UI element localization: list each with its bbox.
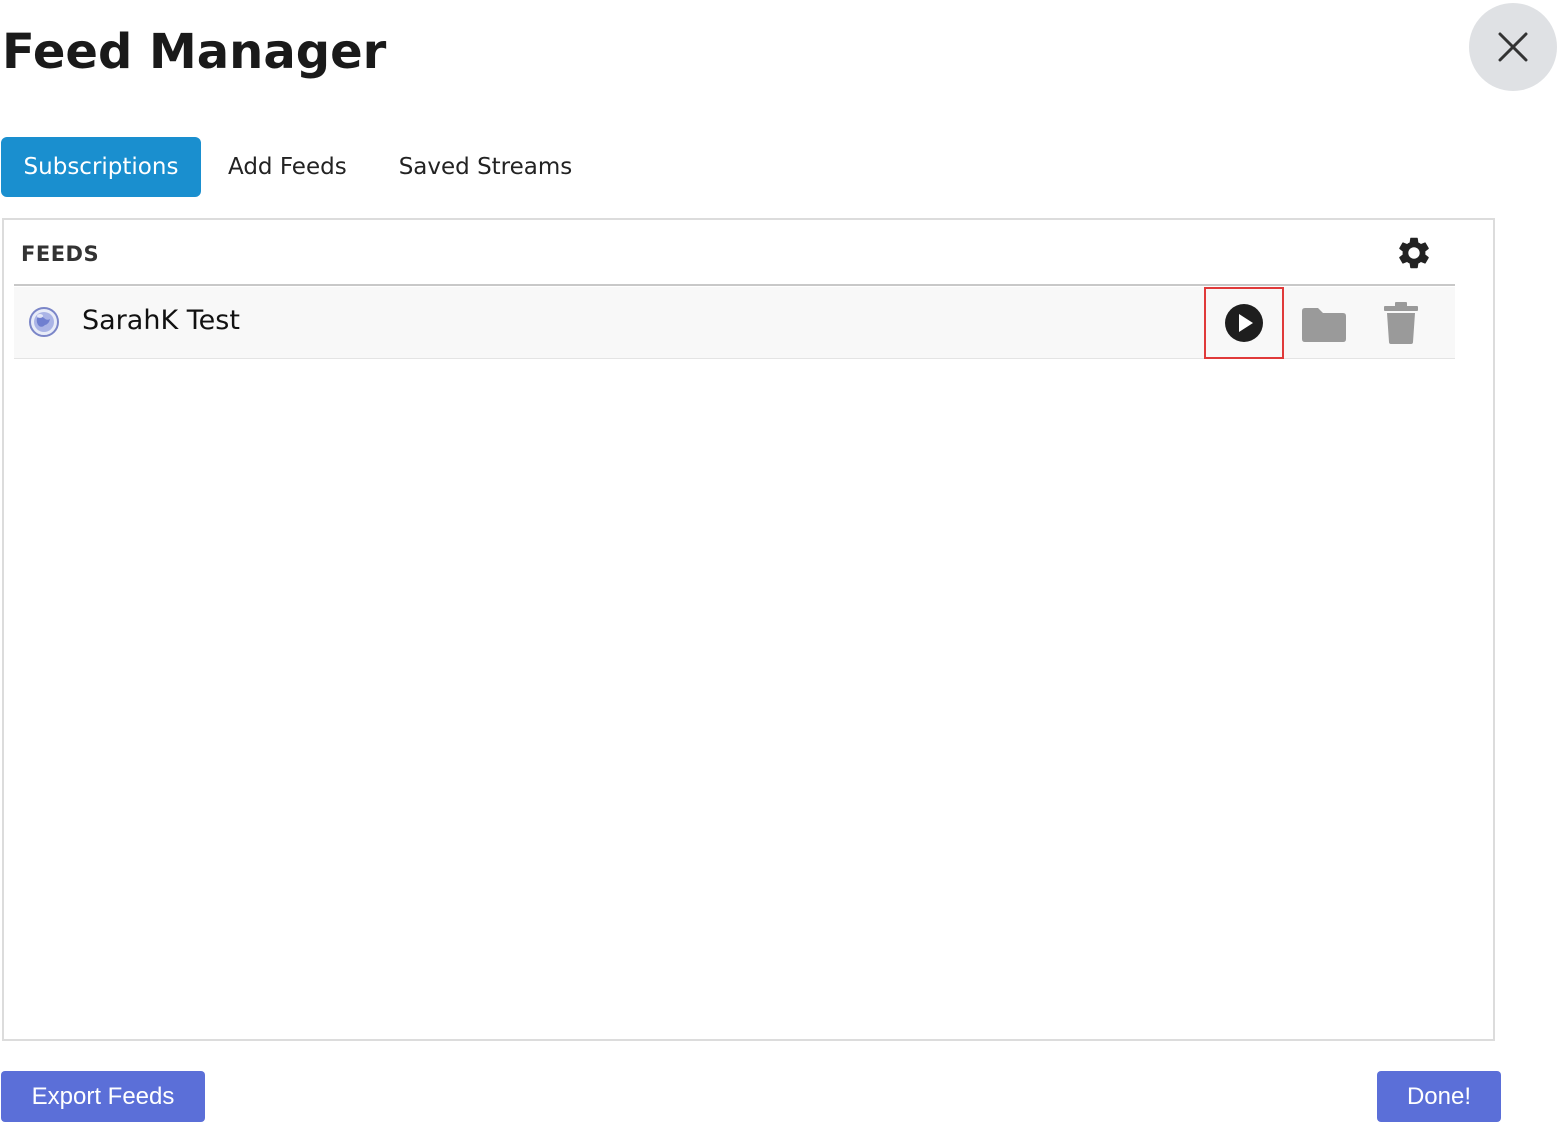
export-feeds-button[interactable]: Export Feeds — [1, 1071, 205, 1122]
play-button[interactable] — [1204, 287, 1284, 359]
trash-icon — [1384, 302, 1418, 344]
feed-manager-dialog: Feed Manager Subscriptions Add Feeds Sav… — [0, 0, 1564, 1122]
settings-button[interactable] — [1395, 234, 1433, 272]
delete-button[interactable] — [1381, 301, 1421, 345]
feed-name[interactable]: SarahK Test — [82, 305, 240, 336]
page-title: Feed Manager — [2, 24, 387, 80]
move-to-folder-button[interactable] — [1299, 305, 1349, 345]
close-icon — [1498, 32, 1528, 62]
close-button[interactable] — [1469, 3, 1557, 91]
folder-icon — [1302, 308, 1346, 342]
feed-row[interactable]: SarahK Test — [14, 287, 1455, 359]
tab-saved-streams[interactable]: Saved Streams — [373, 137, 597, 197]
feeds-panel: FEEDS SarahK Test — [2, 218, 1495, 1041]
tab-subscriptions[interactable]: Subscriptions — [1, 137, 201, 197]
tab-add-feeds[interactable]: Add Feeds — [201, 137, 373, 197]
feeds-section-label: FEEDS — [21, 242, 100, 266]
gear-icon — [1399, 237, 1429, 269]
play-circle-icon — [1225, 304, 1263, 342]
feeds-header: FEEDS — [14, 220, 1455, 286]
done-button[interactable]: Done! — [1377, 1071, 1501, 1122]
tab-bar: Subscriptions Add Feeds Saved Streams — [1, 137, 596, 197]
globe-icon — [29, 307, 59, 337]
